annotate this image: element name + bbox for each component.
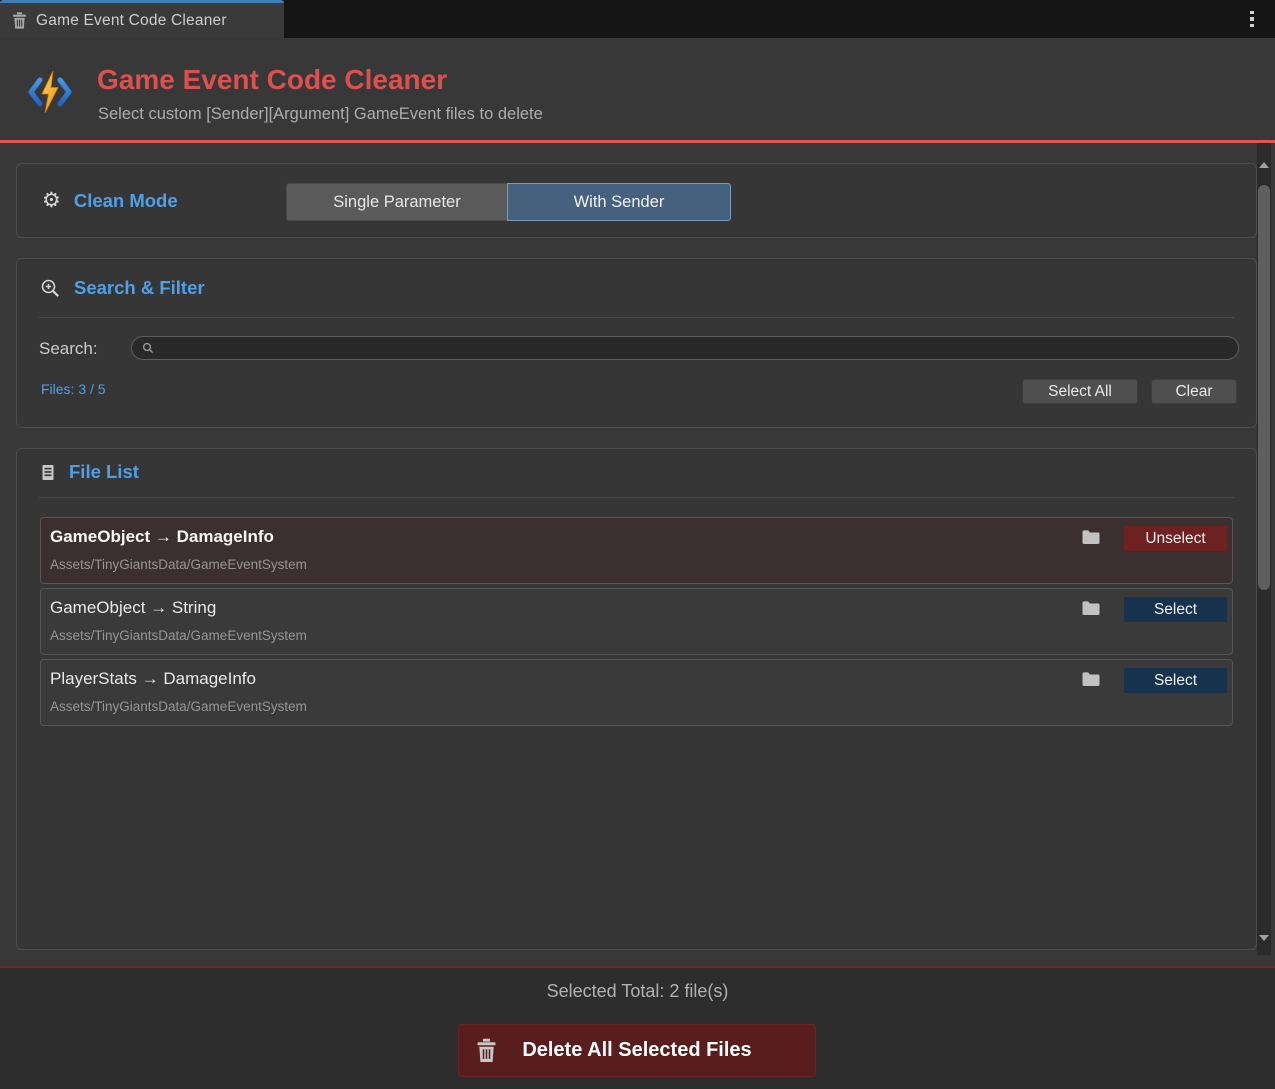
file-list-heading-label: File List: [69, 461, 139, 483]
folder-icon[interactable]: [1081, 529, 1101, 546]
file-action-button[interactable]: Select: [1124, 597, 1227, 622]
scrollbar-thumb[interactable]: [1258, 185, 1270, 590]
folder-icon[interactable]: [1081, 600, 1101, 617]
file-action-button[interactable]: Select: [1124, 668, 1227, 693]
window: Game Event Code Cleaner G: [0, 0, 1275, 1089]
file-action-button[interactable]: Unselect: [1124, 526, 1227, 551]
folder-icon[interactable]: [1081, 671, 1101, 688]
search-filter-section: Search & Filter Search: Files: 3 / 5 Sel…: [16, 258, 1257, 428]
header: Game Event Code Cleaner Select custom [S…: [0, 38, 1275, 140]
clean-mode-heading-label: Clean Mode: [74, 190, 178, 212]
trash-icon: [12, 12, 27, 29]
app-logo-icon: [27, 71, 73, 118]
trash-icon: [476, 1038, 497, 1063]
page-subtitle: Select custom [Sender][Argument] GameEve…: [98, 105, 543, 124]
tab-title: Game Event Code Cleaner: [36, 12, 227, 30]
scrollbar[interactable]: [1257, 143, 1271, 955]
file-path: Assets/TinyGiantsData/GameEventSystem: [50, 557, 307, 572]
clean-mode-option[interactable]: With Sender: [507, 183, 731, 221]
file-row: PlayerStats → DamageInfo Assets/TinyGian…: [40, 659, 1233, 726]
selected-total: Selected Total: 2 file(s): [0, 981, 1275, 1002]
search-field: [131, 336, 1239, 360]
header-accent-divider: [0, 140, 1275, 143]
clean-mode-option[interactable]: Single Parameter: [286, 183, 507, 221]
page-title: Game Event Code Cleaner: [97, 64, 447, 96]
delete-all-label: Delete All Selected Files: [465, 1039, 809, 1062]
files-count: Files: 3 / 5: [41, 381, 106, 397]
file-list-icon: [40, 464, 56, 481]
kebab-menu-icon: [1250, 11, 1254, 15]
clean-mode-section: ⚙ Clean Mode Single ParameterWith Sender: [16, 163, 1257, 238]
file-path: Assets/TinyGiantsData/GameEventSystem: [50, 628, 307, 643]
zoom-in-icon: [40, 278, 61, 299]
clean-mode-heading: ⚙ Clean Mode: [42, 164, 178, 237]
search-filter-heading-label: Search & Filter: [74, 277, 205, 299]
delete-all-button[interactable]: Delete All Selected Files: [458, 1024, 816, 1077]
file-rows: GameObject → DamageInfo Assets/TinyGiant…: [40, 517, 1233, 730]
divider: [39, 317, 1234, 318]
file-list-heading: File List: [40, 461, 139, 483]
scroll-up-arrow[interactable]: [1259, 162, 1269, 168]
file-list-section: File List GameObject → DamageInfo Assets…: [16, 448, 1257, 950]
divider: [39, 497, 1234, 498]
file-path: Assets/TinyGiantsData/GameEventSystem: [50, 699, 307, 714]
clean-mode-toggle-group: Single ParameterWith Sender: [286, 183, 731, 221]
search-input[interactable]: [161, 339, 1228, 357]
search-filter-heading: Search & Filter: [40, 277, 205, 299]
search-icon: [142, 342, 154, 354]
file-row: GameObject → String Assets/TinyGiantsDat…: [40, 588, 1233, 655]
clear-button[interactable]: Clear: [1151, 379, 1237, 404]
file-title: GameObject → DamageInfo: [50, 527, 274, 547]
window-menu-button[interactable]: [1237, 0, 1267, 38]
tab-bar: Game Event Code Cleaner: [0, 0, 1275, 38]
file-title: GameObject → String: [50, 598, 216, 618]
scroll-down-arrow[interactable]: [1259, 935, 1269, 941]
gear-icon: ⚙: [42, 190, 61, 211]
select-all-button[interactable]: Select All: [1022, 379, 1138, 404]
window-tab[interactable]: Game Event Code Cleaner: [0, 0, 284, 38]
search-label: Search:: [39, 339, 98, 359]
file-title: PlayerStats → DamageInfo: [50, 669, 256, 689]
file-row: GameObject → DamageInfo Assets/TinyGiant…: [40, 517, 1233, 584]
